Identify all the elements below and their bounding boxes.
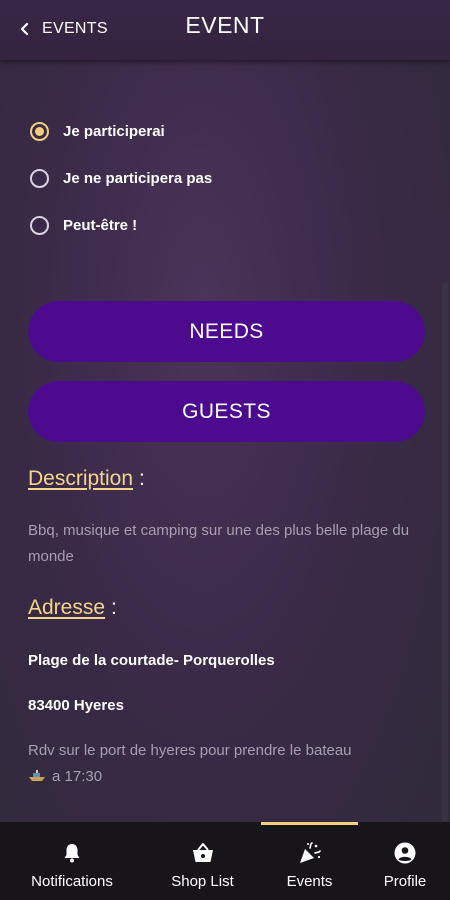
needs-button[interactable]: NEEDS	[28, 301, 425, 362]
tab-label: Shop List	[171, 873, 234, 890]
rsvp-option-label: Peut-être !	[63, 217, 138, 234]
rsvp-radio-group: Je participerai Je ne participera pas Pe…	[30, 108, 212, 249]
radio-checked-icon[interactable]	[30, 122, 49, 141]
tab-shop-list[interactable]: Shop List	[155, 822, 250, 900]
tab-notifications[interactable]: Notifications	[13, 822, 131, 900]
basket-icon	[192, 843, 213, 862]
tab-label: Events	[286, 873, 333, 890]
rsvp-option-decline[interactable]: Je ne participera pas	[30, 155, 212, 202]
app-header: EVENTS EVENT	[0, 0, 450, 60]
address-note-time: a 17:30	[52, 768, 103, 785]
guests-button[interactable]: GUESTS	[28, 381, 425, 442]
rsvp-option-participate[interactable]: Je participerai	[30, 108, 212, 155]
party-popper-icon	[299, 842, 321, 863]
tab-label: Notifications	[31, 873, 113, 890]
tab-events[interactable]: Events	[262, 822, 357, 900]
description-heading: Description:	[28, 467, 145, 491]
boat-icon	[29, 770, 45, 781]
bell-icon	[64, 844, 80, 863]
address-heading-colon: :	[111, 596, 117, 619]
radio-unchecked-icon[interactable]	[30, 169, 49, 188]
rsvp-option-label: Je ne participera pas	[63, 170, 213, 187]
address-heading-text: Adresse	[28, 596, 106, 619]
address-heading: Adresse:	[28, 596, 117, 620]
description-text: Bbq, musique et camping sur une des plus…	[28, 522, 410, 565]
bottom-tab-bar: Notifications Shop List Events Profile	[0, 822, 450, 900]
tab-profile[interactable]: Profile	[365, 822, 445, 900]
description-heading-text: Description	[28, 467, 134, 490]
tab-label: Profile	[383, 873, 427, 890]
address-note-text: Rdv sur le port de hyeres pour prendre l…	[28, 742, 352, 759]
scrollbar[interactable]	[442, 282, 448, 822]
address-line-1: Plage de la courtade- Porquerolles	[28, 652, 275, 669]
rsvp-option-maybe[interactable]: Peut-être !	[30, 202, 212, 249]
active-tab-indicator	[261, 822, 358, 825]
radio-unchecked-icon[interactable]	[30, 216, 49, 235]
page-title: EVENT	[185, 12, 265, 38]
address-line-2: 83400 Hyeres	[28, 697, 124, 714]
description-heading-colon: :	[139, 467, 145, 490]
user-circle-icon	[394, 842, 416, 864]
rsvp-option-label: Je participerai	[63, 123, 165, 140]
address-note: Rdv sur le port de hyeres pour prendre l…	[28, 738, 418, 790]
